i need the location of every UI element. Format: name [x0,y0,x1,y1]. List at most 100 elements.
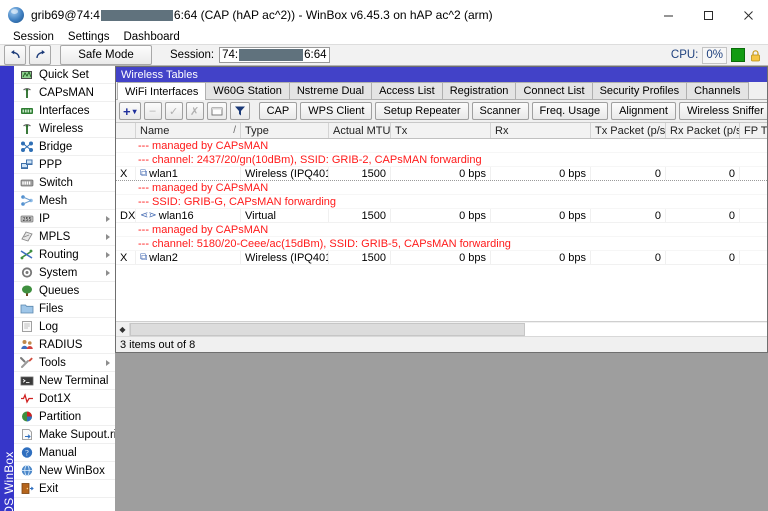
sidebar-item-ppp[interactable]: PPP [14,156,115,174]
column-header-label: Tx [395,125,407,137]
wireless-interface-icon: ⋖⋗ [140,210,157,221]
sidebar-item-switch[interactable]: Switch [14,174,115,192]
sidebar-item-ip[interactable]: 255IP [14,210,115,228]
sidebar-item-new-winbox[interactable]: New WinBox [14,462,115,480]
table-comment-row[interactable]: --- managed by CAPsMAN [116,223,767,237]
remove-interface-button[interactable]: – [144,102,162,120]
alignment-button[interactable]: Alignment [611,102,676,120]
wireless-window-titlebar: Wireless Tables [116,67,767,82]
table-comment-row[interactable]: --- managed by CAPsMAN [116,139,767,153]
sidebar-menu-list: Quick SetCAPsMANInterfacesWirelessBridge… [14,66,115,511]
cell-flags: X [116,167,136,180]
tab-channels[interactable]: Channels [686,82,748,99]
queues-tree-icon [19,284,34,298]
sidebar-item-quick-set[interactable]: Quick Set [14,66,115,84]
sidebar-item-routing[interactable]: Routing [14,246,115,264]
tab-registration[interactable]: Registration [442,82,517,99]
menu-dashboard[interactable]: Dashboard [116,30,186,44]
column-header-name[interactable]: Name/ [136,123,241,138]
cell-value: Virtual [245,210,276,222]
tab-security-profiles[interactable]: Security Profiles [592,82,687,99]
redo-icon[interactable] [29,45,51,65]
column-header-tx[interactable]: Tx [391,123,491,138]
safe-mode-button[interactable]: Safe Mode [60,45,152,65]
column-header-tx-packet-p-s[interactable]: Tx Packet (p/s) [591,123,666,138]
sidebar-item-exit[interactable]: Exit [14,480,115,498]
maximize-button[interactable] [688,0,728,30]
cell-value: Wireless (IPQ4019) [245,168,329,180]
wireless-tab-strip: WiFi InterfacesW60G StationNstreme DualA… [116,82,767,100]
chevron-right-icon [106,216,110,222]
cell-tx_pkt: 0 [591,251,666,264]
filter-button[interactable] [230,102,250,120]
session-address-prefix: 74: [222,49,238,61]
sidebar-item-capsman[interactable]: CAPsMAN [14,84,115,102]
sidebar-item-manual[interactable]: ?Manual [14,444,115,462]
tab-w60g-station[interactable]: W60G Station [205,82,289,99]
cell-value: wlan16 [159,210,194,222]
chevron-right-icon [106,252,110,258]
table-row[interactable]: X⧉wlan2Wireless (IPQ4019)15000 bps0 bps0… [116,251,767,265]
freq-usage-button[interactable]: Freq. Usage [532,102,609,120]
cap-button[interactable]: CAP [259,102,298,120]
cell-value: 0 [655,210,661,222]
window-title-suffix: 6:64 (CAP (hAP ac^2)) - WinBox v6.45.3 o… [174,8,493,22]
tab-nstreme-dual[interactable]: Nstreme Dual [289,82,372,99]
table-comment-row[interactable]: --- managed by CAPsMAN [116,181,767,195]
menu-session[interactable]: Session [6,30,61,44]
sidebar-item-dot1x[interactable]: Dot1X [14,390,115,408]
column-header-type[interactable]: Type [241,123,329,138]
sidebar-item-label: Dot1X [39,393,71,405]
cell-value: X [120,168,127,180]
menu-settings[interactable]: Settings [61,30,117,44]
tab-wifi-interfaces[interactable]: WiFi Interfaces [117,82,206,100]
wps-client-button[interactable]: WPS Client [300,102,372,120]
sidebar-item-new-terminal[interactable]: New Terminal [14,372,115,390]
tab-connect-list[interactable]: Connect List [515,82,592,99]
tab-access-list[interactable]: Access List [371,82,443,99]
svg-text:255: 255 [22,217,31,223]
disable-interface-button[interactable]: ✗ [186,102,204,120]
column-header-rx-packet-p-s[interactable]: Rx Packet (p/s) [666,123,740,138]
column-header-fp-tx[interactable]: FP Tx [740,123,767,138]
horizontal-scrollbar[interactable]: ◆ [116,321,767,336]
column-header-rx[interactable]: Rx [491,123,591,138]
add-interface-button[interactable]: +▾ [119,102,141,120]
undo-icon[interactable] [4,45,26,65]
cross-icon: ✗ [190,105,199,118]
sidebar-item-mesh[interactable]: Mesh [14,192,115,210]
comment-button[interactable] [207,102,227,120]
sidebar-item-queues[interactable]: Queues [14,282,115,300]
table-comment-row[interactable]: --- channel: 5180/20-Ceee/ac(15dBm), SSI… [116,237,767,251]
column-header-flags[interactable] [116,123,136,138]
setup-repeater-button[interactable]: Setup Repeater [375,102,468,120]
wireless-sniffer-button[interactable]: Wireless Sniffer [679,102,767,120]
enable-interface-button[interactable]: ✓ [165,102,183,120]
cell-actual_mtu: 1500 [329,209,391,222]
sidebar-item-files[interactable]: Files [14,300,115,318]
sidebar-item-wireless[interactable]: Wireless [14,120,115,138]
sidebar-item-partition[interactable]: Partition [14,408,115,426]
sidebar-item-bridge[interactable]: Bridge [14,138,115,156]
table-comment-row[interactable]: --- SSID: GRIB-G, CAPsMAN forwarding [116,195,767,209]
wireless-tables-window: Wireless Tables WiFi InterfacesW60G Stat… [115,66,768,353]
close-button[interactable] [728,0,768,30]
scrollbar-thumb[interactable] [130,323,525,336]
sidebar-item-log[interactable]: Log [14,318,115,336]
sidebar-item-radius[interactable]: RADIUS [14,336,115,354]
cell-fp_tx [740,209,767,222]
table-row[interactable]: DX⋖⋗wlan16Virtual15000 bps0 bps00 [116,209,767,223]
sidebar-item-system[interactable]: System [14,264,115,282]
table-row[interactable]: X⧉wlan1Wireless (IPQ4019)15000 bps0 bps0… [116,167,767,181]
scanner-button[interactable]: Scanner [472,102,529,120]
session-address-field[interactable]: 74: 6:64 [219,47,329,63]
sidebar-item-interfaces[interactable]: Interfaces [14,102,115,120]
minimize-button[interactable] [648,0,688,30]
scrollbar-track[interactable] [130,323,767,336]
scroll-left-arrow[interactable]: ◆ [116,323,130,336]
sidebar-item-mpls[interactable]: MPLS [14,228,115,246]
sidebar-item-make-supout-rif[interactable]: Make Supout.rif [14,426,115,444]
column-header-actual-mtu[interactable]: Actual MTU [329,123,391,138]
table-comment-row[interactable]: --- channel: 2437/20/gn(10dBm), SSID: GR… [116,153,767,167]
sidebar-item-tools[interactable]: Tools [14,354,115,372]
